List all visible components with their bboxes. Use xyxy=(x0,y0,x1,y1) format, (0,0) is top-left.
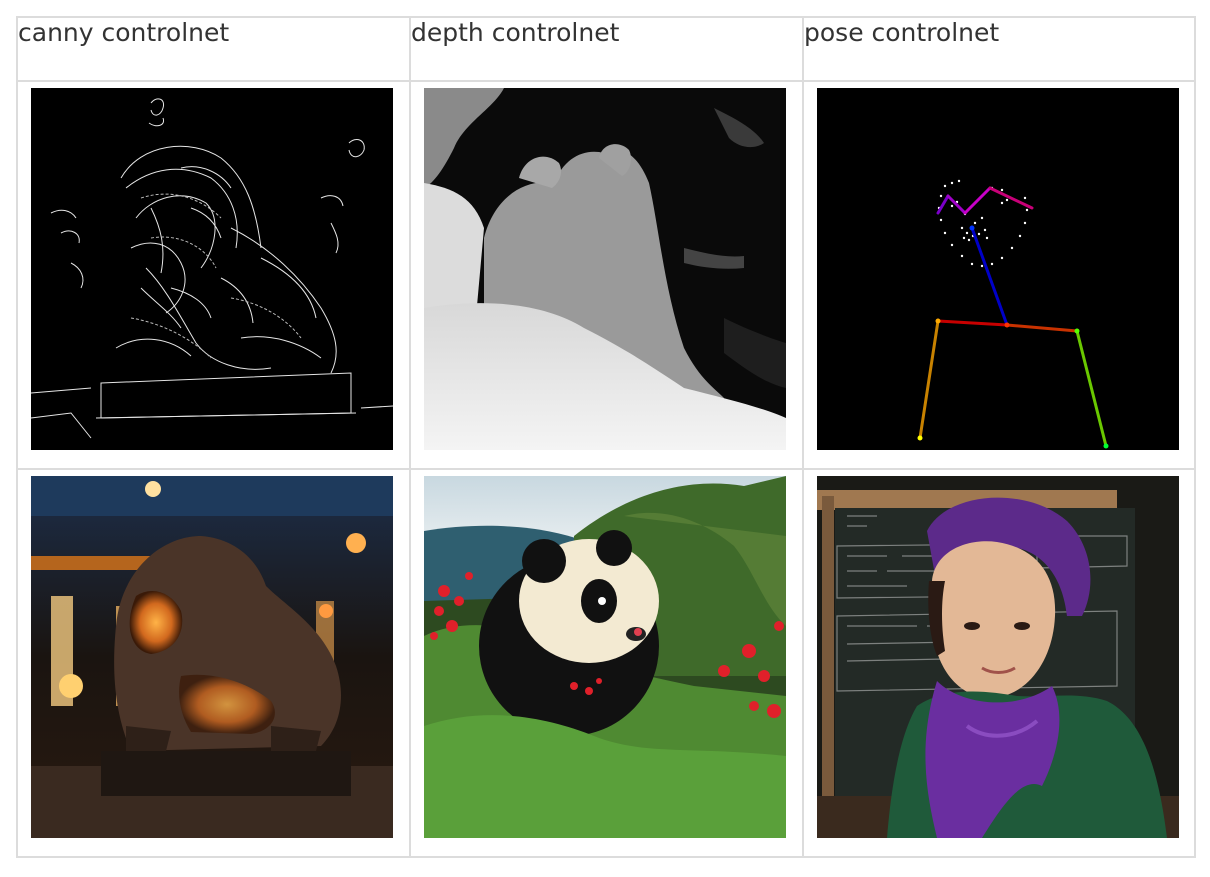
header-depth: depth controlnet xyxy=(409,16,804,82)
depth-map-image xyxy=(424,88,786,450)
canny-edge-map-image xyxy=(31,88,393,450)
header-canny: canny controlnet xyxy=(16,16,411,82)
woman-portrait-image xyxy=(817,476,1179,838)
comparison-table: canny controlnet depth controlnet pose c… xyxy=(16,16,1196,858)
lion-statue-image xyxy=(31,476,393,838)
pose-skeleton-image xyxy=(817,88,1179,450)
control-maps-row xyxy=(16,80,1196,470)
generated-images-row xyxy=(16,468,1196,858)
header-pose: pose controlnet xyxy=(802,16,1196,82)
panda-image xyxy=(424,476,786,838)
header-row: canny controlnet depth controlnet pose c… xyxy=(16,16,1196,82)
